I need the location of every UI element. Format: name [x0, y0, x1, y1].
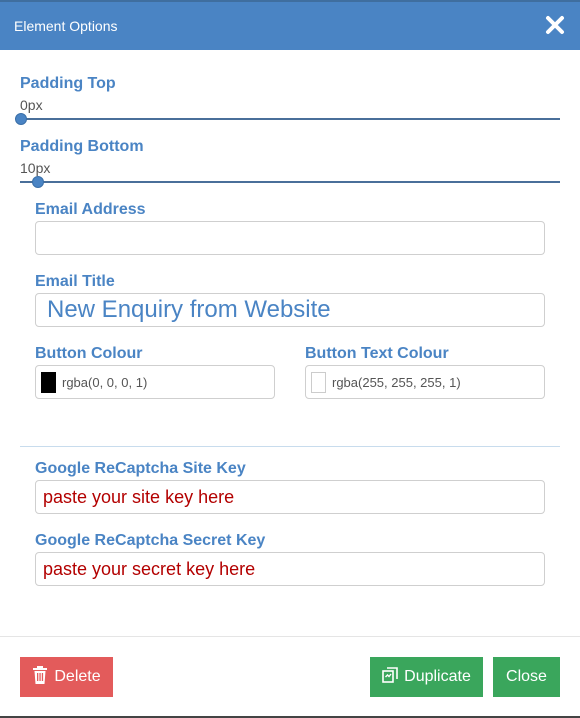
button-colour-swatch[interactable]: [41, 372, 56, 393]
dialog-title: Element Options: [14, 18, 118, 34]
padding-top-value: 0px: [20, 97, 43, 113]
copy-icon: [382, 666, 398, 688]
element-options-dialog: Element Options Padding Top 0px Padding …: [0, 0, 580, 718]
button-colour-label: Button Colour: [35, 345, 143, 362]
delete-button[interactable]: Delete: [20, 657, 113, 697]
padding-top-slider-thumb[interactable]: [15, 113, 27, 125]
close-button[interactable]: Close: [493, 657, 560, 697]
button-text-colour-picker[interactable]: rgba(255, 255, 255, 1): [305, 365, 545, 399]
padding-bottom-value: 10px: [20, 160, 51, 176]
recaptcha-secret-key-input[interactable]: [35, 552, 545, 586]
button-colour-picker[interactable]: rgba(0, 0, 0, 1): [35, 365, 275, 399]
padding-bottom-label: Padding Bottom: [20, 138, 144, 155]
delete-button-label: Delete: [54, 668, 101, 685]
section-divider: [20, 446, 560, 447]
recaptcha-site-key-label: Google ReCaptcha Site Key: [35, 460, 246, 477]
close-icon[interactable]: [544, 14, 566, 36]
button-colour-value: rgba(0, 0, 0, 1): [62, 375, 148, 390]
button-text-colour-label: Button Text Colour: [305, 345, 449, 362]
footer-divider: [0, 636, 580, 637]
padding-top-label: Padding Top: [20, 75, 116, 92]
trash-icon: [32, 665, 48, 689]
duplicate-button-label: Duplicate: [404, 668, 471, 685]
recaptcha-site-key-input[interactable]: [35, 480, 545, 514]
duplicate-button[interactable]: Duplicate: [370, 657, 483, 697]
email-address-label: Email Address: [35, 201, 146, 218]
email-address-input[interactable]: [35, 221, 545, 255]
padding-bottom-slider-thumb[interactable]: [32, 176, 44, 188]
padding-top-slider[interactable]: [20, 118, 560, 120]
email-title-input[interactable]: [35, 293, 545, 327]
button-text-colour-swatch[interactable]: [311, 372, 326, 393]
email-title-label: Email Title: [35, 273, 115, 290]
padding-bottom-slider[interactable]: [20, 181, 560, 183]
dialog-header: Element Options: [0, 0, 580, 50]
close-button-label: Close: [506, 668, 547, 685]
button-text-colour-value: rgba(255, 255, 255, 1): [332, 375, 461, 390]
recaptcha-secret-key-label: Google ReCaptcha Secret Key: [35, 532, 266, 549]
